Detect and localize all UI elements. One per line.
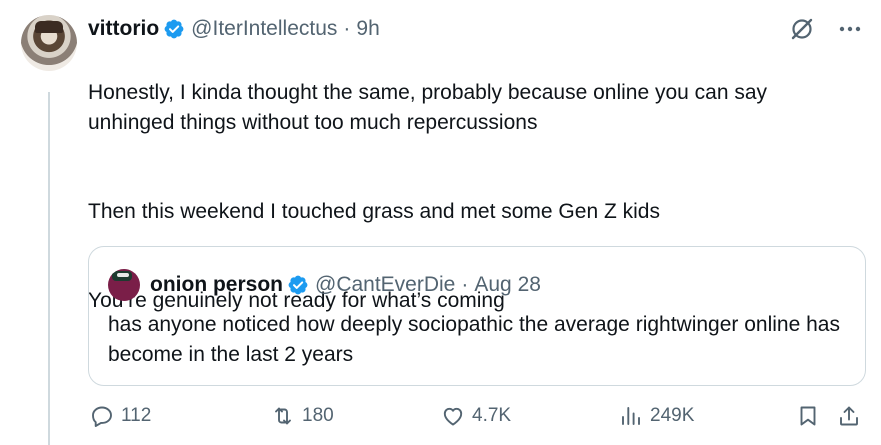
share-icon [840, 406, 858, 426]
thread-line [48, 92, 50, 445]
verified-badge-icon[interactable] [163, 18, 185, 40]
share-button[interactable] [837, 404, 861, 428]
author-handle[interactable]: @IterIntellectus [191, 17, 337, 41]
views-button[interactable]: 249K [619, 404, 694, 428]
reply-button[interactable]: 112 [90, 404, 151, 428]
analytics-bar-icon [622, 407, 640, 425]
quoted-tweet-timestamp[interactable]: Aug 28 [474, 273, 541, 297]
reply-icon [92, 406, 112, 427]
tweet-paragraph: Honestly, I kinda thought the same, prob… [88, 81, 768, 134]
tweet-action-bar: 112 180 4.7K 249K [88, 404, 868, 434]
quoted-tweet-header: onion person @CantEverDie · Aug 28 [108, 269, 541, 301]
grok-icon[interactable] [789, 16, 815, 42]
bookmark-icon [800, 406, 816, 426]
reply-count: 112 [121, 405, 152, 426]
quoted-author-display-name[interactable]: onion person [150, 273, 283, 297]
repost-count: 180 [302, 405, 334, 426]
quoted-author-handle[interactable]: @CantEverDie [315, 273, 455, 297]
separator-dot: · [343, 17, 351, 40]
view-count: 249K [650, 405, 695, 426]
tweet-paragraph: Then this weekend I touched grass and me… [88, 200, 660, 223]
like-count: 4.7K [472, 405, 512, 426]
quoted-tweet-card[interactable]: onion person @CantEverDie · Aug 28 has a… [88, 246, 866, 386]
bookmark-button[interactable] [796, 404, 820, 428]
tweet-avatar-column [18, 12, 77, 445]
quoted-author-avatar[interactable] [108, 269, 140, 301]
repost-button[interactable]: 180 [271, 404, 334, 428]
heart-icon [443, 407, 463, 426]
tweet-header: vittorio @IterIntellectus · 9h [88, 16, 380, 42]
quoted-tweet-text: has anyone noticed how deeply sociopathi… [108, 313, 840, 366]
separator-dot: · [461, 273, 469, 296]
verified-badge-icon[interactable] [287, 274, 309, 296]
more-options-icon[interactable] [837, 16, 863, 42]
like-button[interactable]: 4.7K [441, 404, 511, 428]
author-avatar[interactable] [21, 15, 77, 71]
author-display-name[interactable]: vittorio [88, 17, 159, 41]
tweet-timestamp[interactable]: 9h [356, 17, 379, 41]
repost-icon [275, 407, 291, 425]
tweet-top-actions [789, 16, 863, 42]
